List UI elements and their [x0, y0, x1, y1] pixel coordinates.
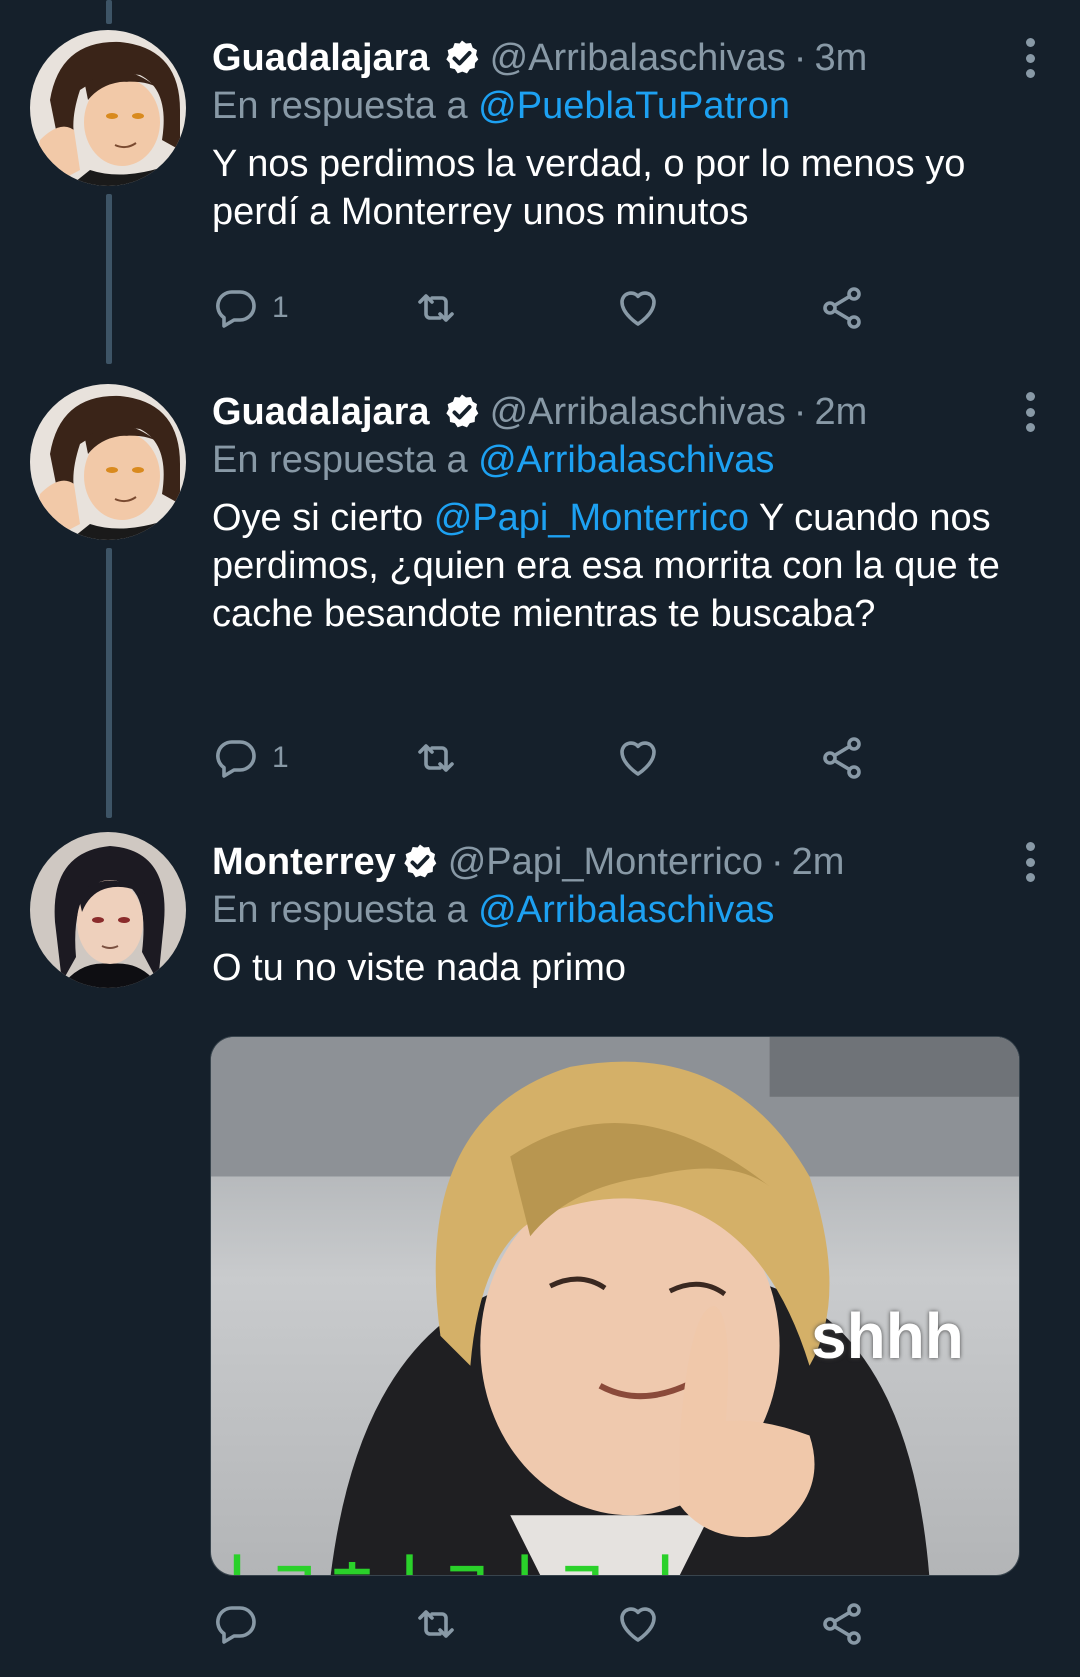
avatar-image [30, 832, 186, 988]
tweet-actions: 1 [212, 734, 892, 786]
tweet-text: Y nos perdimos la verdad, o por lo menos… [212, 143, 966, 233]
reply-context: En respuesta a @Arribalaschivas [212, 436, 1042, 484]
heart-icon [620, 1607, 656, 1642]
reply-count: 1 [272, 741, 289, 774]
reply-icon [216, 1606, 256, 1644]
avatar[interactable] [30, 832, 186, 988]
heart-icon [620, 741, 656, 776]
like-button[interactable] [614, 1600, 662, 1648]
display-name[interactable]: Guadalajara [212, 388, 430, 436]
reply-label: En respuesta a [212, 889, 468, 931]
share-icon [823, 1603, 861, 1645]
thread-line [106, 0, 112, 24]
reply-context: En respuesta a @Arribalaschivas [212, 886, 1042, 934]
reply-count: 1 [272, 291, 289, 324]
retweet-button[interactable] [412, 1600, 460, 1648]
user-handle[interactable]: @Papi_Monterrico [448, 838, 763, 886]
thread-line [106, 548, 112, 818]
retweet-button[interactable] [412, 284, 460, 332]
verified-badge-icon [400, 842, 440, 882]
reply-mention-link[interactable]: @Arribalaschivas [478, 889, 774, 931]
separator-dot: · [793, 37, 807, 79]
reply-button[interactable]: 1 [212, 284, 289, 332]
mention-link[interactable]: @Papi_Monterrico [434, 497, 749, 539]
avatar[interactable] [30, 384, 186, 540]
timestamp[interactable]: 2m [814, 388, 867, 436]
meme-caption: shhh [811, 1300, 964, 1372]
share-button[interactable] [818, 284, 866, 332]
separator-dot: · [793, 391, 807, 433]
share-button[interactable] [818, 734, 866, 782]
thread-line [106, 194, 112, 364]
tweet-text-part: Oye si cierto [212, 497, 434, 539]
reply-label: En respuesta a [212, 439, 468, 481]
more-options-icon[interactable] [1020, 392, 1040, 432]
tweet-media-image[interactable]: shhh ㅣㄱㅎㅣㄱㅣㄱ ㅣ [210, 1036, 1020, 1576]
verified-badge-icon [442, 38, 482, 78]
reply-mention-link[interactable]: @PueblaTuPatron [478, 85, 790, 127]
verified-badge-icon [442, 392, 482, 432]
avatar-image [30, 384, 186, 540]
tweet-actions [212, 1600, 892, 1652]
more-options-icon[interactable] [1020, 842, 1040, 882]
meme-subtitle: ㅣㄱㅎㅣㄱㅣㄱ ㅣ [211, 1537, 697, 1575]
like-button[interactable] [614, 734, 662, 782]
display-name[interactable]: Monterrey [212, 838, 396, 886]
heart-icon [620, 291, 656, 326]
reply-label: En respuesta a [212, 85, 468, 127]
retweet-icon [418, 744, 454, 772]
tweet-text: O tu no viste nada primo [212, 947, 626, 989]
tweet-text: Oye si cierto @Papi_Monterrico Y cuando … [212, 494, 1002, 638]
reply-icon [216, 740, 256, 778]
more-options-icon[interactable] [1020, 38, 1040, 78]
retweet-icon [418, 294, 454, 322]
reply-context: En respuesta a @PueblaTuPatron [212, 82, 1042, 130]
share-icon [823, 287, 861, 329]
reply-button[interactable] [212, 1600, 272, 1648]
tweet-actions: 1 [212, 284, 892, 336]
reply-icon [216, 290, 256, 328]
avatar-image [30, 30, 186, 186]
timestamp[interactable]: 3m [814, 34, 867, 82]
share-icon [823, 737, 861, 779]
like-button[interactable] [614, 284, 662, 332]
avatar[interactable] [30, 30, 186, 186]
display-name[interactable]: Guadalajara [212, 34, 430, 82]
reply-button[interactable]: 1 [212, 734, 289, 782]
reply-mention-link[interactable]: @Arribalaschivas [478, 439, 774, 481]
share-button[interactable] [818, 1600, 866, 1648]
user-handle[interactable]: @Arribalaschivas [490, 34, 786, 82]
retweet-icon [418, 1610, 454, 1638]
retweet-button[interactable] [412, 734, 460, 782]
user-handle[interactable]: @Arribalaschivas [490, 388, 786, 436]
separator-dot: · [770, 841, 784, 883]
timestamp[interactable]: 2m [792, 838, 845, 886]
